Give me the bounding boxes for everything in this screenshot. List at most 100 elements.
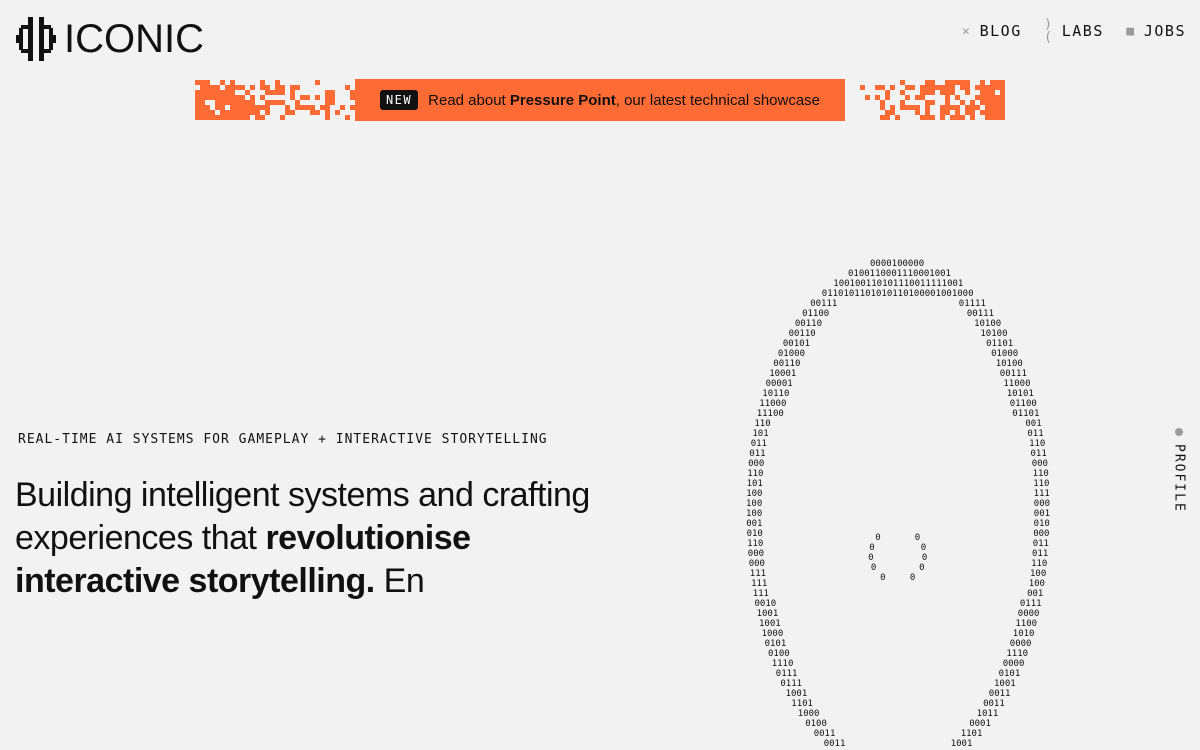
banner-text-after: , our latest technical showcase	[615, 91, 821, 109]
ascii-row: 1010	[1013, 629, 1035, 639]
ascii-row: 010	[747, 529, 763, 539]
ascii-row: 0000	[1010, 639, 1032, 649]
ascii-row: 000	[748, 549, 764, 559]
ascii-row: 11000	[759, 399, 786, 409]
ascii-row: 001	[1027, 589, 1043, 599]
ascii-row: 110	[747, 469, 763, 479]
ascii-row: 0111	[780, 679, 802, 689]
ascii-row: 10100	[980, 329, 1007, 339]
ascii-row: 110	[1033, 479, 1049, 489]
ascii-row: 0110101101010110100001001000	[822, 289, 974, 299]
ascii-row: 10100	[996, 359, 1023, 369]
ascii-row: 0111	[1020, 599, 1042, 609]
ascii-row: 01111	[959, 299, 986, 309]
ascii-row: 000	[748, 459, 764, 469]
ascii-row: 001	[1034, 509, 1050, 519]
ascii-row: 011	[751, 439, 767, 449]
brand-logo[interactable]: ICONIC	[16, 15, 204, 63]
ascii-row: 111	[750, 569, 766, 579]
banner-highlight: Pressure Point	[509, 91, 616, 109]
ascii-row: 0011	[814, 729, 836, 739]
ascii-row: 01101	[1012, 409, 1039, 419]
ascii-row: 111	[751, 579, 767, 589]
ascii-row: 100100110101110011111001	[833, 279, 963, 289]
ascii-row: 10101	[1007, 389, 1034, 399]
ascii-row: 0011	[989, 689, 1011, 699]
nav-item-label: JOBS	[1143, 22, 1186, 40]
ascii-row: 0	[871, 563, 876, 573]
ascii-row: 0100	[805, 719, 827, 729]
ascii-row: 0111	[776, 669, 798, 679]
ascii-row: 111	[1034, 489, 1050, 499]
ascii-row: 1001	[759, 619, 781, 629]
ascii-row: 0101	[765, 639, 787, 649]
ascii-row: 0100	[768, 649, 790, 659]
ascii-row: 0011	[983, 699, 1005, 709]
ascii-row: 00101	[783, 339, 810, 349]
ascii-row: 001	[746, 519, 762, 529]
ascii-row: 110	[1033, 469, 1049, 479]
ascii-row: 00110	[795, 319, 822, 329]
ascii-row: 01000	[778, 349, 805, 359]
ascii-row: 00111	[967, 309, 994, 319]
ascii-row: 111	[753, 589, 769, 599]
ascii-row: 0	[921, 543, 926, 553]
headline-part-2: En	[374, 562, 425, 600]
banner-text-before: Read about	[428, 91, 510, 109]
x-icon: ✕	[961, 23, 972, 39]
nav-item-label: LABS	[1061, 22, 1104, 40]
iconic-logo-mark-icon	[16, 17, 56, 61]
ascii-row: 0000100000	[870, 259, 924, 269]
ascii-row: 011	[749, 449, 765, 459]
profile-side-tab[interactable]: PROFILE	[1168, 428, 1190, 513]
ascii-row: 0010	[755, 599, 777, 609]
ascii-row: 1001	[757, 609, 779, 619]
ascii-row: 01101	[986, 339, 1013, 349]
square-icon: ■	[1126, 23, 1136, 39]
ascii-row: 0011	[824, 739, 846, 749]
ascii-row: 1011	[977, 709, 999, 719]
ascii-row: 10001	[769, 369, 796, 379]
iconic-mini-icon: )(	[1044, 17, 1054, 45]
ascii-row: 00110	[773, 359, 800, 369]
ascii-row: 0001	[969, 719, 991, 729]
main-nav: ✕ BLOG )( LABS ■ JOBS	[962, 18, 1186, 44]
banner-text: Read about Pressure Point, our latest te…	[428, 92, 820, 109]
ascii-row: 0	[880, 573, 885, 583]
ascii-row: 100	[1029, 579, 1045, 589]
ascii-row: 1000	[798, 709, 820, 719]
ascii-row: 1001	[994, 679, 1016, 689]
ascii-row: 01100	[1010, 399, 1037, 409]
nav-item-label: BLOG	[979, 22, 1022, 40]
ascii-row: 0100110001110001001	[848, 269, 951, 279]
ascii-row: 110	[754, 419, 770, 429]
ascii-row: 0000	[1003, 659, 1025, 669]
ascii-row: 110	[1029, 439, 1045, 449]
ascii-row: 1001	[951, 739, 973, 749]
new-badge: NEW	[379, 90, 419, 110]
ascii-row: 0	[910, 573, 915, 583]
ascii-row: 1000	[762, 629, 784, 639]
ascii-row: 00111	[1000, 369, 1027, 379]
ascii-row: 1001	[786, 689, 808, 699]
ascii-row: 0	[915, 533, 920, 543]
ascii-row: 0	[875, 533, 880, 543]
ascii-row: 1101	[791, 699, 813, 709]
announcement-banner[interactable]: NEW Read about Pressure Point, our lates…	[195, 79, 1005, 121]
ascii-row: 0	[922, 553, 927, 563]
ascii-row: 1110	[772, 659, 794, 669]
ascii-row: 01100	[802, 309, 829, 319]
ascii-row: 100	[746, 489, 762, 499]
ascii-row: 01000	[991, 349, 1018, 359]
ascii-row: 00001	[766, 379, 793, 389]
nav-item-blog[interactable]: ✕ BLOG	[962, 22, 1022, 40]
ascii-row: 0	[868, 553, 873, 563]
ascii-row: 011	[1031, 449, 1047, 459]
dot-icon	[1175, 428, 1183, 436]
ascii-row: 110	[1031, 559, 1047, 569]
nav-item-jobs[interactable]: ■ JOBS	[1126, 22, 1186, 40]
ascii-row: 011	[1033, 539, 1049, 549]
ascii-row: 000	[1032, 459, 1048, 469]
ascii-row: 001	[1025, 419, 1041, 429]
nav-item-labs[interactable]: )( LABS	[1044, 18, 1104, 44]
